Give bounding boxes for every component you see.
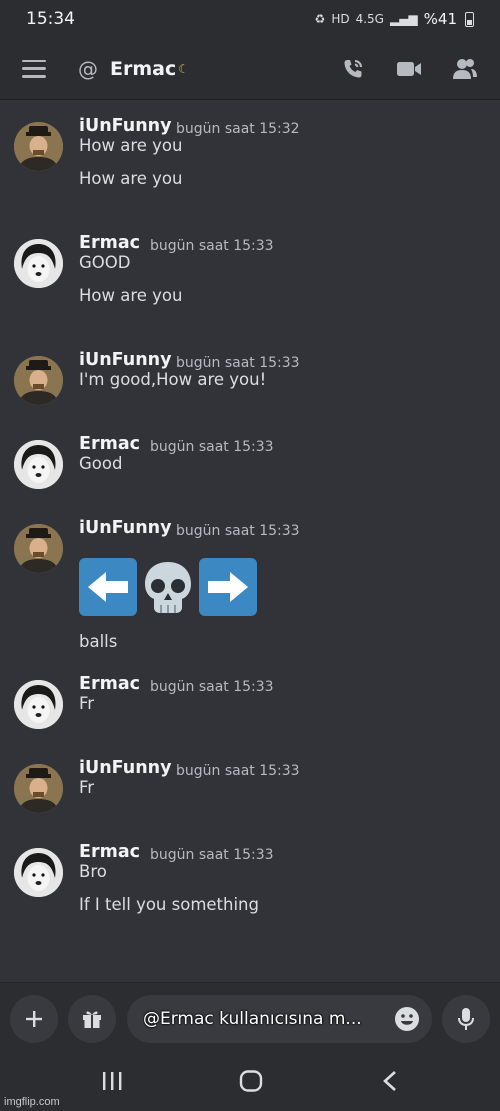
back-icon[interactable]	[381, 1070, 399, 1096]
message-text: Fr	[79, 778, 95, 797]
avatar[interactable]	[14, 356, 63, 405]
message-input-placeholder[interactable]: @Ermac kullanıcısına m...	[143, 1009, 383, 1029]
timestamp: bugün saat 15:33	[150, 679, 274, 695]
status-bar: 15:34 ♻ HD 4.5G ▂▄▆ %41	[0, 0, 500, 38]
at-sign-icon: @	[78, 56, 98, 81]
timestamp: bugün saat 15:33	[176, 763, 300, 779]
timestamp: bugün saat 15:33	[150, 847, 274, 863]
timestamp: bugün saat 15:32	[176, 121, 300, 137]
message-text: balls	[79, 632, 118, 651]
hd-icon: HD	[331, 12, 350, 26]
author-name[interactable]: Ermac	[79, 674, 140, 694]
network-label: 4.5G	[355, 12, 384, 26]
author-name[interactable]: Ermac	[79, 842, 140, 862]
channel-header: @ Ermac ☾	[0, 38, 500, 100]
recent-apps-icon[interactable]	[101, 1070, 123, 1096]
author-name[interactable]: iUnFunny	[79, 758, 172, 778]
right-arrow-emoji	[199, 558, 257, 616]
clock: 15:34	[26, 9, 75, 29]
message-text: How are you	[79, 286, 183, 305]
system-navigation-bar: imgflip.com	[0, 1052, 500, 1111]
microphone-icon	[458, 1008, 474, 1030]
avatar[interactable]	[14, 122, 63, 171]
moon-icon: ☾	[178, 61, 189, 76]
avatar[interactable]	[14, 680, 63, 729]
members-icon[interactable]	[452, 56, 478, 82]
avatar[interactable]	[14, 848, 63, 897]
message-text: Fr	[79, 694, 95, 713]
home-icon[interactable]	[239, 1070, 263, 1096]
timestamp: bugün saat 15:33	[176, 355, 300, 371]
avatar[interactable]	[14, 239, 63, 288]
timestamp: bugün saat 15:33	[150, 439, 274, 455]
gift-button[interactable]	[68, 995, 116, 1043]
message-text: Bro	[79, 862, 107, 881]
battery-icon	[465, 11, 474, 27]
message-text: If I tell you something	[79, 895, 259, 914]
message-text: How are you	[79, 136, 183, 155]
skull-emoji	[139, 558, 197, 616]
status-icons: ♻ HD 4.5G ▂▄▆ %41	[315, 10, 474, 28]
battery-percent: %41	[423, 10, 457, 28]
gift-icon	[83, 1011, 101, 1028]
menu-icon[interactable]	[22, 59, 46, 78]
message-text: GOOD	[79, 253, 131, 272]
video-call-icon[interactable]	[396, 56, 422, 82]
avatar[interactable]	[14, 764, 63, 813]
notification-icon: ♻	[314, 12, 326, 26]
timestamp: bugün saat 15:33	[176, 523, 300, 539]
plus-icon	[26, 1011, 42, 1027]
timestamp: bugün saat 15:33	[150, 238, 274, 254]
signal-icon: ▂▄▆	[389, 12, 418, 26]
author-name[interactable]: iUnFunny	[79, 518, 172, 538]
author-name[interactable]: iUnFunny	[79, 116, 172, 136]
voice-message-button[interactable]	[442, 995, 490, 1043]
message-input[interactable]: @Ermac kullanıcısına m...	[127, 995, 432, 1043]
avatar[interactable]	[14, 524, 63, 573]
left-arrow-emoji	[79, 558, 137, 616]
author-name[interactable]: Ermac	[79, 434, 140, 454]
channel-name[interactable]: Ermac	[110, 58, 176, 80]
message-list[interactable]: iUnFunny bugün saat 15:32 How are you Ho…	[0, 100, 500, 980]
voice-call-icon[interactable]	[340, 56, 366, 82]
watermark: imgflip.com	[4, 1096, 60, 1108]
author-name[interactable]: iUnFunny	[79, 350, 172, 370]
add-attachment-button[interactable]	[10, 995, 58, 1043]
message-composer: @Ermac kullanıcısına m...	[0, 982, 500, 1052]
message-text: How are you	[79, 169, 183, 188]
emoji-row	[79, 558, 257, 616]
message-text: Good	[79, 454, 123, 473]
emoji-picker-icon[interactable]	[394, 1006, 420, 1032]
avatar[interactable]	[14, 440, 63, 489]
author-name[interactable]: Ermac	[79, 233, 140, 253]
message-text: I'm good,How are you!	[79, 370, 267, 389]
